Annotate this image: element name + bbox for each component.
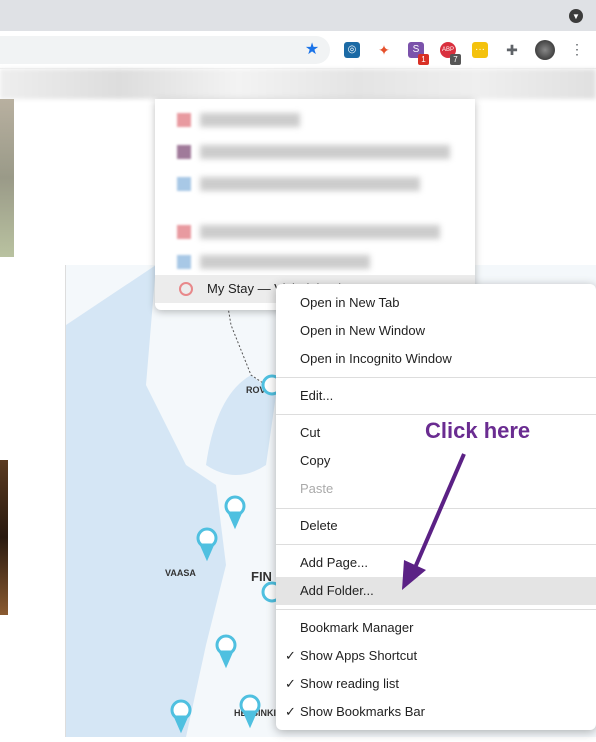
checkmark-icon: ✓ xyxy=(285,676,296,691)
menu-separator xyxy=(276,414,596,415)
menu-label: Show Apps Shortcut xyxy=(300,648,418,663)
bookmark-favicon-blurred xyxy=(177,255,191,269)
menu-separator xyxy=(276,544,596,545)
map-pin-icon xyxy=(239,694,261,729)
menu-separator xyxy=(276,609,596,610)
bookmark-folder-dropdown: My Stay — VisitFinland xyxy=(155,99,475,310)
menu-copy[interactable]: Copy xyxy=(276,447,596,475)
menu-label: Show reading list xyxy=(300,676,399,691)
menu-label: Open in New Window xyxy=(300,323,425,338)
menu-delete[interactable]: Delete xyxy=(276,512,596,540)
menu-open-incognito[interactable]: Open in Incognito Window xyxy=(276,345,596,373)
bookmark-favicon-blurred xyxy=(177,113,191,127)
bookmark-item-blurred[interactable] xyxy=(200,177,420,191)
menu-label: Add Page... xyxy=(300,555,368,570)
map-pin-icon xyxy=(170,699,192,734)
bookmark-context-menu: Open in New Tab Open in New Window Open … xyxy=(276,284,596,730)
menu-label: Add Folder... xyxy=(300,583,374,598)
menu-label: Bookmark Manager xyxy=(300,620,414,635)
menu-label: Show Bookmarks Bar xyxy=(300,704,425,719)
visitfinland-favicon-icon xyxy=(179,282,193,296)
menu-separator xyxy=(276,508,596,509)
bookmark-favicon-blurred xyxy=(177,145,191,159)
bookmark-item-blurred[interactable] xyxy=(200,225,440,239)
menu-bookmark-manager[interactable]: Bookmark Manager xyxy=(276,614,596,642)
bookmark-favicon-blurred xyxy=(177,225,191,239)
menu-edit[interactable]: Edit... xyxy=(276,382,596,410)
menu-label: Edit... xyxy=(300,388,334,403)
menu-label: Paste xyxy=(300,481,334,496)
bookmark-item-blurred[interactable] xyxy=(200,255,370,269)
menu-paste: Paste xyxy=(276,475,596,503)
menu-separator xyxy=(276,377,596,378)
bookmark-item-blurred[interactable] xyxy=(200,145,450,159)
bookmark-favicon-blurred xyxy=(177,177,191,191)
bookmark-item-blurred[interactable] xyxy=(200,113,300,127)
checkmark-icon: ✓ xyxy=(285,704,296,719)
menu-show-apps-shortcut[interactable]: ✓ Show Apps Shortcut xyxy=(276,642,596,670)
menu-label: Cut xyxy=(300,425,321,440)
menu-label: Copy xyxy=(300,453,331,468)
map-pin-icon xyxy=(215,634,237,669)
checkmark-icon: ✓ xyxy=(285,648,296,663)
menu-open-new-window[interactable]: Open in New Window xyxy=(276,317,596,345)
annotation-text: Click here xyxy=(425,418,531,443)
menu-add-page[interactable]: Add Page... xyxy=(276,549,596,577)
map-pin-icon xyxy=(196,527,218,562)
menu-label: Delete xyxy=(300,518,338,533)
menu-label: Open in New Tab xyxy=(300,295,400,310)
menu-show-reading-list[interactable]: ✓ Show reading list xyxy=(276,670,596,698)
menu-show-bookmarks-bar[interactable]: ✓ Show Bookmarks Bar xyxy=(276,698,596,726)
menu-open-new-tab[interactable]: Open in New Tab xyxy=(276,289,596,317)
menu-label: Open in Incognito Window xyxy=(300,351,452,366)
menu-add-folder[interactable]: Add Folder... xyxy=(276,577,596,605)
map-pin-icon xyxy=(224,495,246,530)
